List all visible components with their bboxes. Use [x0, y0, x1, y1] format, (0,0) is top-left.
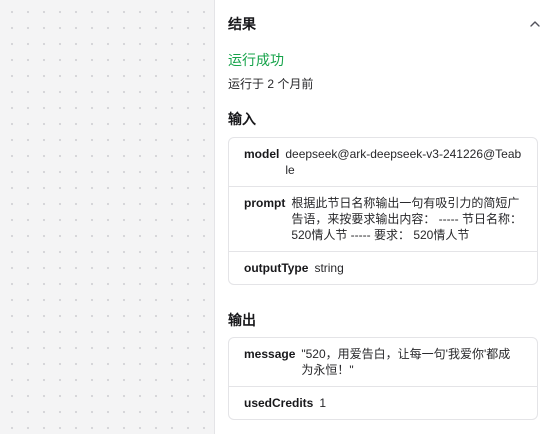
run-time: 运行于 2 个月前 [228, 77, 314, 91]
input-title: 输入 [228, 111, 256, 127]
output-value: "520，用爱告白，让每一句'我爱你'都成为永恒！" [301, 347, 511, 377]
output-value: 1 [319, 396, 327, 410]
result-title: 结果 [228, 16, 256, 32]
chevron-up-icon[interactable] [528, 17, 542, 31]
canvas-area[interactable] [0, 0, 214, 434]
input-value: string [314, 261, 344, 275]
result-section-header[interactable]: 结果 [228, 14, 542, 34]
output-title: 输出 [228, 312, 256, 328]
input-row-model: model deepseek@ark-deepseek-v3-241226@Te… [229, 138, 537, 186]
input-key: model [244, 147, 280, 161]
input-key: prompt [244, 196, 286, 210]
input-key: outputType [244, 261, 309, 275]
input-row-prompt: prompt 根据此节日名称输出一句有吸引力的简短广告语，来按要求输出内容： -… [229, 186, 537, 251]
output-row-usedcredits: usedCredits 1 [229, 386, 537, 419]
output-card: message "520，用爱告白，让每一句'我爱你'都成为永恒！" usedC… [228, 337, 538, 420]
input-card: model deepseek@ark-deepseek-v3-241226@Te… [228, 137, 538, 285]
result-panel: 结果 运行成功 运行于 2 个月前 输入 model deepseek@ark-… [215, 0, 553, 434]
input-row-outputtype: outputType string [229, 251, 537, 284]
output-key: message [244, 347, 296, 361]
output-key: usedCredits [244, 396, 314, 410]
input-value: 根据此节日名称输出一句有吸引力的简短广告语，来按要求输出内容： ----- 节日… [291, 196, 522, 242]
run-status: 运行成功 [228, 52, 284, 68]
output-row-message: message "520，用爱告白，让每一句'我爱你'都成为永恒！" [229, 338, 537, 386]
input-value: deepseek@ark-deepseek-v3-241226@Teable [285, 147, 522, 177]
